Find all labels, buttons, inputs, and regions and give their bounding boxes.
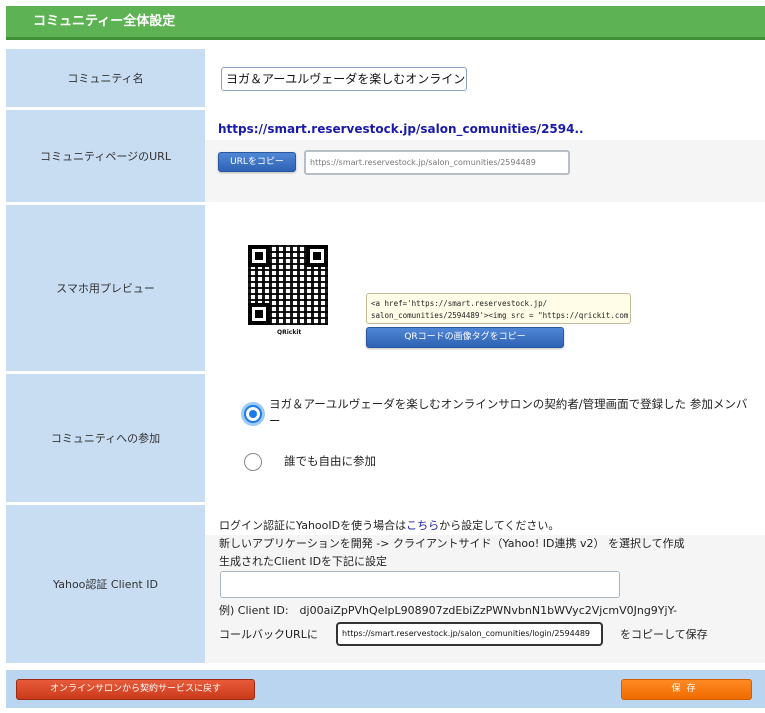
community-name-content: ヨガ＆アーユルヴェーダを楽しむオンラインサ [205, 49, 765, 107]
client-id-input[interactable] [220, 571, 620, 598]
yahoo-line1-after: から設定してください。 [439, 519, 560, 532]
community-url-row: コミュニティページのURL https://smart.reservestock… [6, 110, 765, 202]
join-anyone-radio[interactable] [244, 453, 262, 471]
back-to-contract-button[interactable]: オンラインサロンから契約サービスに戻す [16, 679, 255, 700]
footer-bar: オンラインサロンから契約サービスに戻す 保存 [6, 670, 765, 708]
section-title: コミュニティー全体設定 [33, 14, 176, 29]
community-url-field[interactable]: https://smart.reservestock.jp/salon_comu… [304, 150, 570, 175]
join-area [205, 374, 765, 502]
callback-after-text: をコピーして保存 [620, 628, 708, 641]
preview-label: スマホ用プレビュー [6, 205, 205, 371]
community-name-label: コミュニティ名 [6, 49, 205, 107]
yahoo-line1-before: ログイン認証にYahooIDを使う場合は [219, 519, 407, 532]
qr-image-tag-textarea[interactable]: <a href='https://smart.reservestock.jp/ … [366, 293, 631, 324]
join-anyone-label: 誰でも自由に参加 [284, 454, 376, 468]
callback-label: コールバックURLに [219, 628, 318, 641]
join-row: コミュニティへの参加 ヨガ＆アーユルヴェーダを楽しむオンラインサロンの契約者/管… [6, 374, 765, 502]
yahoo-instruction-line-3: 生成されたClient IDを下記に設定 [219, 555, 388, 568]
join-members-radio[interactable] [244, 405, 262, 423]
community-name-input[interactable]: ヨガ＆アーユルヴェーダを楽しむオンラインサ [221, 67, 467, 91]
community-url-label: コミュニティページのURL [6, 110, 205, 202]
join-content: ヨガ＆アーユルヴェーダを楽しむオンラインサロンの契約者/管理画面で登録した 参加… [205, 374, 765, 502]
url-copy-button[interactable]: URLをコピー [218, 152, 296, 172]
callback-url-field[interactable]: https://smart.reservestock.jp/salon_comu… [336, 622, 603, 646]
qr-code-image [248, 245, 328, 325]
section-header: コミュニティー全体設定 [6, 6, 765, 40]
qr-tag-line-1: <a href='https://smart.reservestock.jp/ [371, 299, 548, 308]
copy-qr-tag-button[interactable]: QRコードの画像タグをコピー [366, 327, 564, 348]
join-label: コミュニティへの参加 [6, 374, 205, 502]
community-url-content: https://smart.reservestock.jp/salon_comu… [205, 110, 765, 202]
yahoo-content: ログイン認証にYahooIDを使う場合はこちらから設定してください。 新しいアプ… [205, 505, 765, 663]
qr-tag-line-2: salon_comunities/2594489'><img src = "ht… [371, 311, 629, 320]
join-members-label: ヨガ＆アーユルヴェーダを楽しむオンラインサロンの契約者/管理画面で登録した 参加… [269, 397, 748, 428]
yahoo-settings-link[interactable]: こちら [406, 519, 439, 532]
qr-finder-top-right [306, 245, 328, 267]
community-url-link[interactable]: https://smart.reservestock.jp/salon_comu… [218, 122, 584, 136]
yahoo-instruction-line-1: ログイン認証にYahooIDを使う場合はこちらから設定してください。 [219, 517, 559, 533]
yahoo-instruction-line-2: 新しいアプリケーションを開発 -> クライアントサイド（Yahoo! ID連携 … [219, 537, 685, 550]
yahoo-label: Yahoo認証 Client ID [6, 505, 205, 663]
yahoo-row: Yahoo認証 Client ID ログイン認証にYahooIDを使う場合はこち… [6, 505, 765, 663]
save-button[interactable]: 保存 [621, 679, 752, 700]
preview-content: QRickit <a href='https://smart.reservest… [205, 205, 765, 371]
preview-row: スマホ用プレビュー QRickit <a href='https://smart… [6, 205, 765, 371]
qr-finder-bottom-left [248, 303, 270, 325]
client-id-example: 例) Client ID: dj00aiZpPVhQelpL908907zdEb… [219, 604, 677, 617]
community-name-row: コミュニティ名 ヨガ＆アーユルヴェーダを楽しむオンラインサ [6, 49, 765, 107]
qr-caption: QRickit [277, 329, 302, 336]
qr-finder-top-left [248, 245, 270, 267]
